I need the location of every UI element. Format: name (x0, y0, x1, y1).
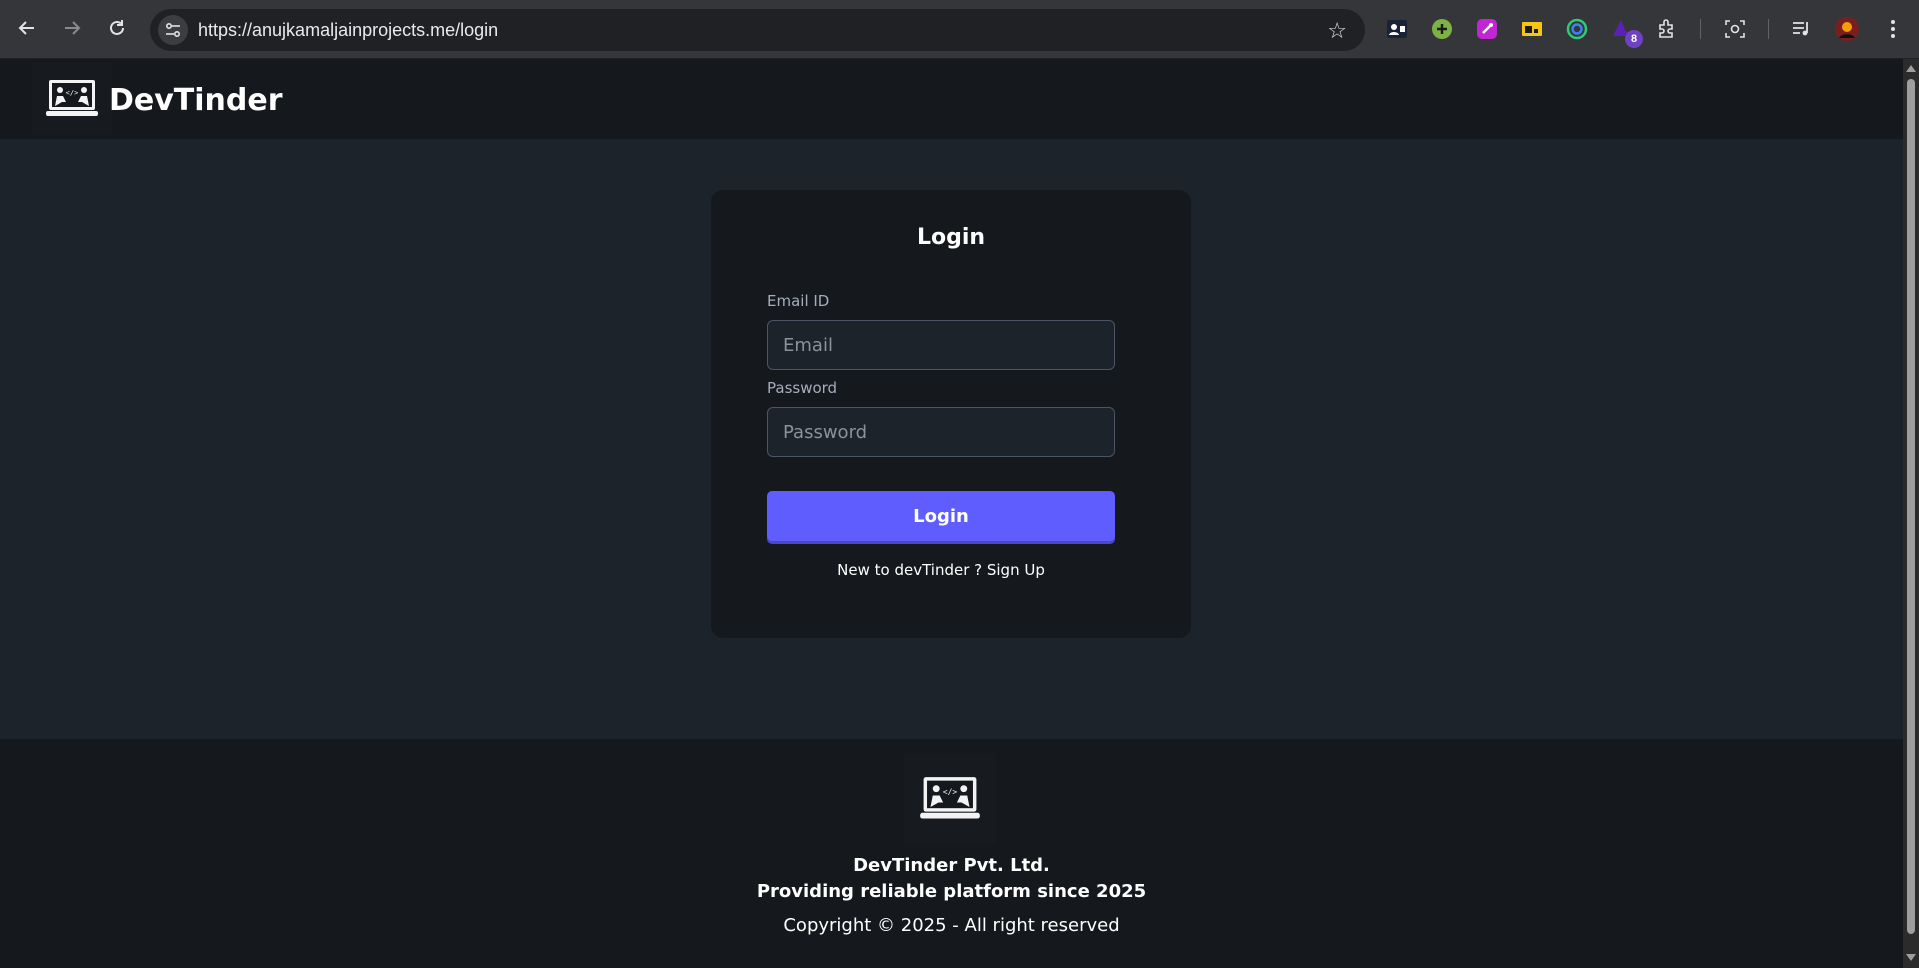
signup-container: New to devTinder ? Sign Up (711, 561, 1191, 579)
email-label: Email ID (767, 292, 830, 310)
browser-toolbar: https://anujkamaljainprojects.me/login ☆… (0, 0, 1919, 59)
scrollbar-thumb[interactable] (1907, 79, 1915, 934)
arrow-right-icon (65, 21, 81, 35)
toolbar-divider (1700, 19, 1701, 39)
wizard-extension-icon[interactable]: 8 (1609, 16, 1643, 48)
reload-icon (110, 20, 124, 35)
tune-icon (165, 22, 181, 38)
footer: </> DevTinder Pvt. Ltd. Providing reliab… (0, 739, 1903, 968)
page: </> DevTinder Login Email ID Password Lo… (0, 59, 1903, 968)
media-control-icon[interactable] (1789, 16, 1815, 42)
signup-link[interactable]: New to devTinder ? Sign Up (837, 561, 1045, 579)
scroll-up-arrow-icon[interactable] (1906, 65, 1916, 72)
password-label: Password (767, 379, 838, 397)
more-menu-icon[interactable] (1880, 16, 1906, 42)
footer-company-name: DevTinder Pvt. Ltd. (853, 855, 1050, 876)
arrow-left-icon (18, 21, 34, 35)
laptop-developers-logo-icon: </> (920, 777, 980, 819)
login-title: Login (916, 225, 986, 250)
reload-button[interactable] (103, 14, 131, 42)
site-info-button[interactable] (158, 15, 188, 45)
login-button[interactable]: Login (767, 491, 1115, 541)
profile-avatar[interactable] (1834, 16, 1860, 42)
svg-text:</>: </> (66, 89, 79, 97)
scroll-down-arrow-icon[interactable] (1906, 954, 1916, 961)
svg-text:</>: </> (943, 787, 958, 796)
laptop-developers-logo-icon: </> (46, 80, 98, 116)
color-picker-extension-icon[interactable] (1474, 16, 1500, 42)
brand-title[interactable]: DevTinder (109, 83, 283, 118)
devtinder-logo[interactable]: </> (32, 63, 112, 135)
extension-badge: 8 (1625, 30, 1643, 48)
password-input[interactable] (767, 407, 1115, 457)
top-navbar: </> DevTinder (0, 59, 1903, 139)
add-extension-icon[interactable] (1429, 16, 1455, 42)
contacts-extension-icon[interactable] (1384, 16, 1410, 42)
forward-button[interactable] (58, 14, 86, 42)
footer-copyright: Copyright © 2025 - All right reserved (783, 915, 1120, 936)
login-card: Login Email ID Password Login New to dev… (711, 190, 1191, 638)
footer-tagline: Providing reliable platform since 2025 (756, 881, 1147, 902)
toolbar-divider (1768, 19, 1769, 39)
vertical-scrollbar[interactable] (1903, 59, 1919, 968)
target-extension-icon[interactable] (1564, 16, 1590, 42)
screenshot-icon[interactable] (1722, 16, 1748, 42)
cast-extension-icon[interactable] (1519, 16, 1545, 42)
back-button[interactable] (13, 14, 41, 42)
puzzle-extensions-icon[interactable] (1654, 16, 1680, 42)
url-text[interactable]: https://anujkamaljainprojects.me/login (198, 20, 498, 41)
email-input[interactable] (767, 320, 1115, 370)
address-bar[interactable]: https://anujkamaljainprojects.me/login ☆ (150, 9, 1365, 51)
bookmark-star-icon[interactable]: ☆ (1327, 18, 1347, 44)
footer-logo: </> (904, 753, 996, 845)
